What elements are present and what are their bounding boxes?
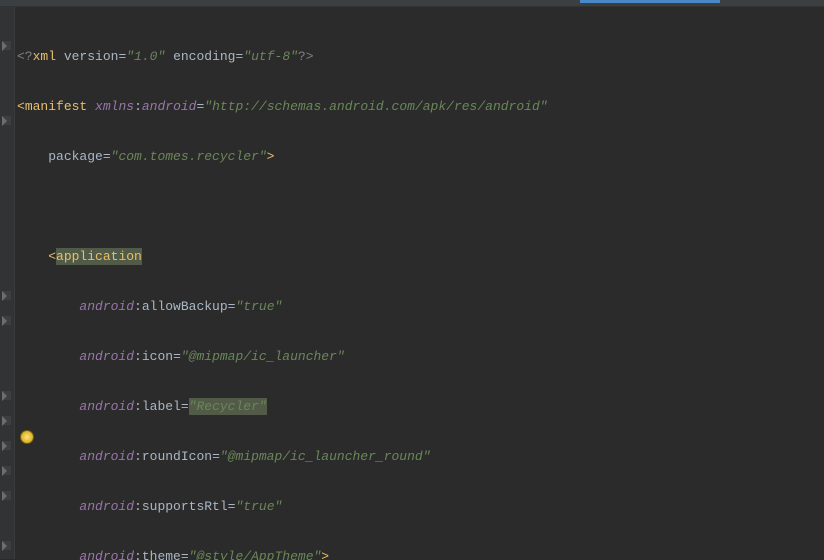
code-line: android:roundIcon="@mipmap/ic_launcher_r… <box>17 444 818 469</box>
fold-toggle[interactable] <box>2 466 11 475</box>
code-line: android:icon="@mipmap/ic_launcher" <box>17 344 818 369</box>
code-line: <manifest xmlns:android="http://schemas.… <box>17 94 818 119</box>
code-line: <?xml version="1.0" encoding="utf-8"?> <box>17 44 818 69</box>
code-line: android:supportsRtl="true" <box>17 494 818 519</box>
code-line <box>17 194 818 219</box>
code-line: package="com.tomes.recycler"> <box>17 144 818 169</box>
active-tab-underline <box>580 0 720 3</box>
fold-toggle[interactable] <box>2 391 11 400</box>
fold-toggle[interactable] <box>2 41 11 50</box>
fold-toggle[interactable] <box>2 491 11 500</box>
fold-toggle[interactable] <box>2 541 11 550</box>
gutter[interactable] <box>0 7 15 559</box>
fold-toggle[interactable] <box>2 316 11 325</box>
editor-tabs[interactable] <box>0 0 824 7</box>
selected-tag: application <box>56 248 142 265</box>
code-editor[interactable]: <?xml version="1.0" encoding="utf-8"?> <… <box>15 7 824 559</box>
fold-toggle[interactable] <box>2 116 11 125</box>
fold-toggle[interactable] <box>2 291 11 300</box>
code-line: android:theme="@style/AppTheme"> <box>17 544 818 560</box>
fold-toggle[interactable] <box>2 416 11 425</box>
code-line: android:allowBackup="true" <box>17 294 818 319</box>
code-line: <application <box>17 244 818 269</box>
code-line: android:label="Recycler" <box>17 394 818 419</box>
fold-toggle[interactable] <box>2 441 11 450</box>
